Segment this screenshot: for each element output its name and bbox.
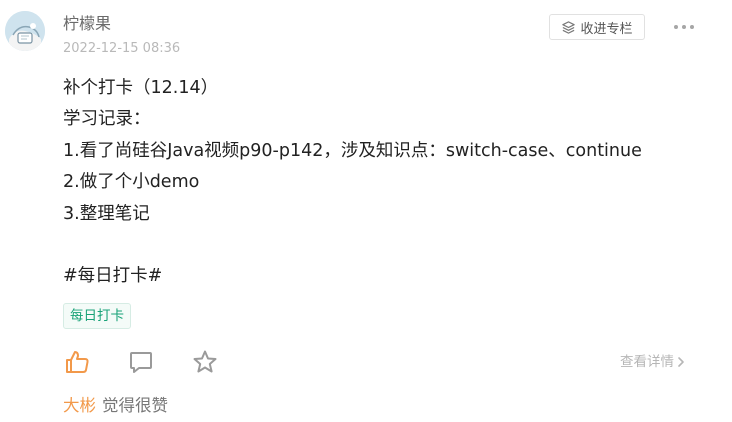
comment-button[interactable] <box>127 348 155 376</box>
avatar-image <box>5 11 45 51</box>
more-dots-icon <box>674 25 694 29</box>
author-name[interactable]: 柠檬果 <box>63 13 111 35</box>
content-hashtag-line[interactable]: #每日打卡# <box>63 261 703 292</box>
favorite-button[interactable] <box>191 348 219 376</box>
like-button[interactable] <box>63 348 91 376</box>
content-line: 1.看了尚硅谷Java视频p90-p142，涉及知识点：switch-case、… <box>63 140 642 161</box>
liker-name[interactable]: 大彬 <box>63 396 96 415</box>
star-icon <box>193 350 217 373</box>
collect-label: 收进专栏 <box>580 21 633 37</box>
content-line: 补个打卡（12.14） <box>63 78 219 98</box>
comment-icon <box>130 352 152 373</box>
post-timestamp: 2022-12-15 08:36 <box>63 41 181 56</box>
view-details-link[interactable]: 查看详情 <box>620 353 686 371</box>
content-line: 3.整理笔记 <box>63 203 150 224</box>
layers-icon <box>562 20 576 34</box>
content-line: 学习记录： <box>63 109 151 130</box>
like-summary: 大彬 觉得很赞 <box>63 395 168 417</box>
like-summary-text: 觉得很赞 <box>102 396 168 415</box>
content-line: 2.做了个小demo <box>63 172 200 193</box>
thumbs-up-icon <box>66 351 89 373</box>
post-content: 补个打卡（12.14） 学习记录： 1.看了尚硅谷Java视频p90-p142，… <box>63 73 703 293</box>
content-line <box>63 230 703 261</box>
chevron-right-icon <box>678 357 684 367</box>
avatar[interactable] <box>5 11 45 51</box>
view-details-label: 查看详情 <box>620 354 674 370</box>
more-options-button[interactable] <box>671 18 697 36</box>
collect-to-column-button[interactable]: 收进专栏 <box>549 14 645 40</box>
topic-tag[interactable]: 每日打卡 <box>63 303 131 329</box>
